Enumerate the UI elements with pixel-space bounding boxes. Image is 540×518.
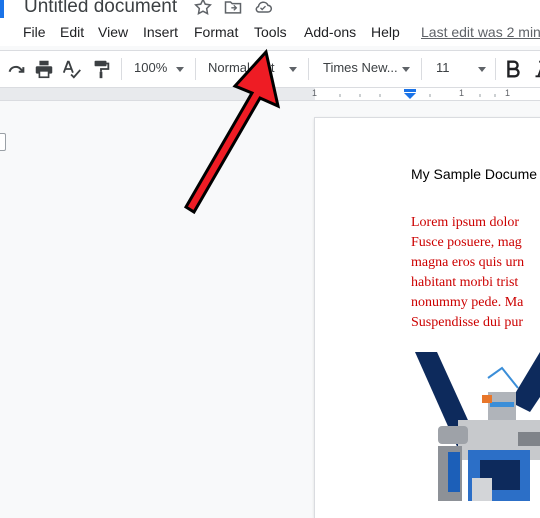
outline-toggle[interactable] [0,133,6,151]
redo-icon[interactable] [5,58,27,80]
body-text-line[interactable]: nonummy pede. Ma [411,295,523,311]
ruler-ticks [339,94,496,97]
star-icon[interactable] [193,0,213,17]
menu-help[interactable]: Help [371,24,400,40]
menu-insert[interactable]: Insert [143,24,178,40]
move-folder-icon[interactable] [223,0,243,17]
bold-icon[interactable] [502,58,524,80]
menu-tools[interactable]: Tools [254,24,287,40]
font-select[interactable]: Times New... [323,60,398,75]
body-text-line[interactable]: Fusce posuere, mag [411,235,522,251]
spellcheck-icon[interactable] [61,58,83,80]
document-heading[interactable]: My Sample Docume [411,166,537,182]
style-dropdown-icon[interactable] [289,67,297,72]
ruler-number: 1 [312,88,318,98]
body-text-line[interactable]: Suspendisse dui pur [411,315,523,331]
toolbar-separator [495,58,496,80]
body-text-line[interactable]: habitant morbi trist [411,275,518,291]
menu-view[interactable]: View [98,24,128,40]
font-size-select[interactable]: 11 [436,60,450,75]
toolbar-separator [421,58,422,80]
red-arrow-annotation [183,48,281,215]
menu-edit[interactable]: Edit [60,24,84,40]
font-size-dropdown-icon[interactable] [478,67,486,72]
toolbar-separator [121,58,122,80]
print-icon[interactable] [33,58,55,80]
italic-icon[interactable] [530,58,540,80]
body-text-line[interactable]: magna eros quis urn [411,255,524,271]
menu-file[interactable]: File [23,24,46,40]
font-dropdown-icon[interactable] [402,67,410,72]
cloud-saved-icon[interactable] [253,0,273,17]
robot-illustration[interactable] [410,350,540,501]
menu-format[interactable]: Format [194,24,238,40]
last-edit-link[interactable]: Last edit was 2 min [421,24,540,40]
menu-add-ons[interactable]: Add-ons [304,24,356,40]
zoom-select[interactable]: 100% [134,60,167,75]
body-text-line[interactable]: Lorem ipsum dolor [411,215,519,231]
paint-format-icon[interactable] [90,58,112,80]
toolbar-separator [308,58,309,80]
document-title[interactable]: Untitled document [24,0,177,18]
